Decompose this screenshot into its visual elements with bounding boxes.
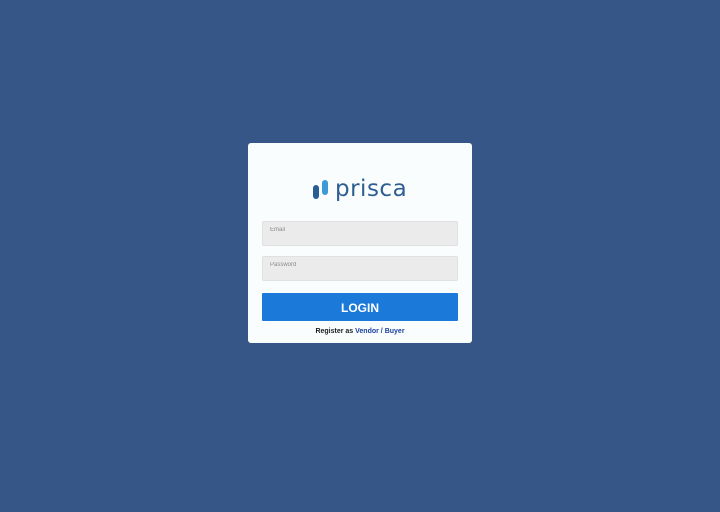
login-card: prisca LOGIN Register as Vendor / Buyer (248, 143, 472, 343)
register-prefix: Register as (315, 328, 356, 335)
register-links: Register as Vendor / Buyer (248, 328, 472, 335)
brand-name: prisca (335, 176, 408, 202)
prisca-logo-icon (313, 178, 329, 200)
email-field[interactable] (262, 221, 458, 246)
email-input[interactable] (270, 227, 450, 233)
brand-logo: prisca (313, 176, 407, 202)
password-input[interactable] (270, 262, 450, 268)
register-buyer-link[interactable]: Buyer (385, 328, 405, 335)
password-field[interactable] (262, 256, 458, 281)
login-button[interactable]: LOGIN (262, 293, 458, 321)
register-vendor-link[interactable]: Vendor (355, 328, 379, 335)
